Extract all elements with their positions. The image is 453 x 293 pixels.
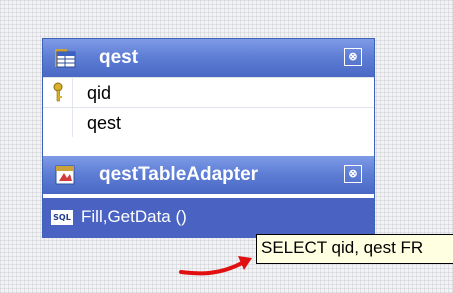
annotation-arrow-icon (179, 256, 252, 276)
datatable-header[interactable]: qest ⊗ (43, 39, 374, 77)
sql-query-icon: SQL (51, 210, 73, 225)
query-row-fill-getdata[interactable]: SQL Fill,GetData () (43, 198, 374, 238)
table-adapter-icon (55, 165, 75, 185)
dataset-designer-canvas[interactable]: qest ⊗ qid qest qestTableAdapter ⊗ SQL F… (0, 0, 453, 293)
tableadapter-header[interactable]: qestTableAdapter ⊗ (43, 156, 374, 194)
collapse-icon[interactable]: ⊗ (344, 48, 362, 66)
tableadapter-name: qestTableAdapter (99, 164, 259, 185)
row-gutter (43, 78, 73, 107)
sql-tooltip: SELECT qid, qest FR (256, 234, 453, 264)
primary-key-icon (53, 82, 63, 102)
column-name: qid (87, 83, 112, 103)
column-name: qest (87, 113, 122, 133)
qest-datatable[interactable]: qest ⊗ qid qest qestTableAdapter ⊗ SQL F… (42, 38, 375, 238)
query-method-name: Fill,GetData () (81, 207, 187, 226)
table-icon (55, 49, 76, 68)
collapse-icon[interactable]: ⊗ (344, 165, 362, 183)
column-row-qid[interactable]: qid (43, 77, 374, 107)
datatable-name: qest (99, 47, 139, 68)
row-gutter (43, 108, 73, 137)
column-row-qest[interactable]: qest (43, 107, 374, 137)
table-spacer (43, 137, 374, 156)
